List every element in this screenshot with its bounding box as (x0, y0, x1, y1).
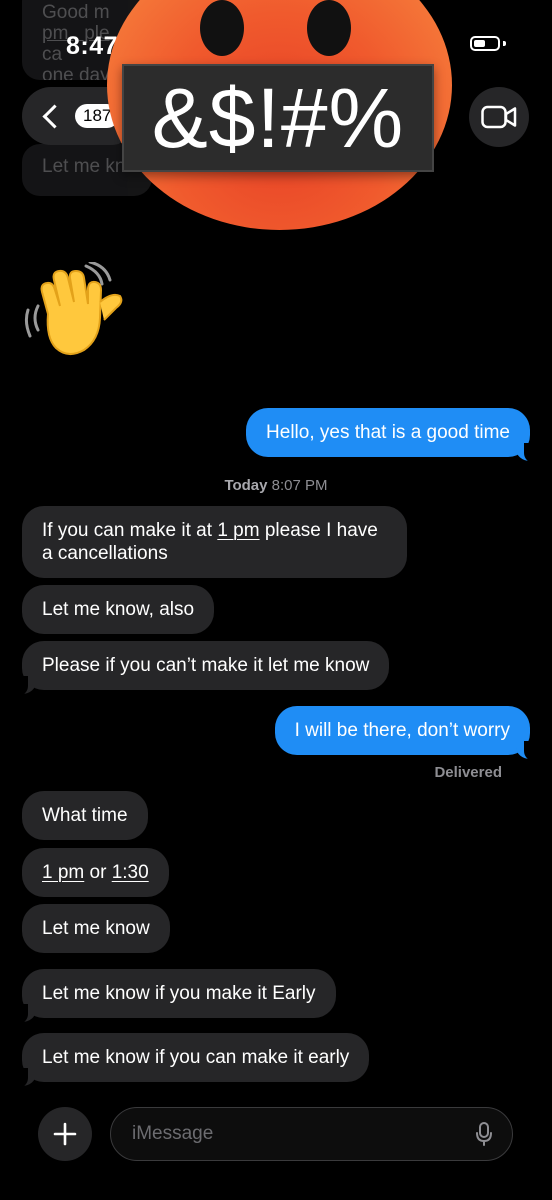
message-text: a cancellations (42, 543, 168, 564)
imessage-input[interactable]: iMessage (110, 1107, 513, 1161)
message-outgoing[interactable]: I will be there, don’t worry (274, 706, 543, 761)
message-incoming[interactable]: Please if you can’t make it let me know (9, 641, 390, 696)
message-text: Let me know if you can make it early (42, 1047, 350, 1068)
message-text: Let me know (42, 918, 150, 939)
imessage-placeholder: iMessage (132, 1123, 214, 1144)
message-text: Let me know, also (42, 599, 195, 620)
message-outgoing[interactable]: Hello, yes that is a good time (246, 408, 542, 463)
message-incoming[interactable]: Let me know (22, 904, 170, 953)
message-incoming[interactable]: Let me know if you can make it early (9, 1033, 370, 1088)
microphone-icon[interactable] (476, 1122, 492, 1146)
message-text: please I have (259, 520, 378, 541)
chevron-left-icon (42, 103, 67, 129)
battery-tip (503, 41, 506, 46)
message-incoming[interactable]: What time (22, 791, 148, 840)
battery-icon (470, 36, 500, 51)
plus-icon (53, 1122, 77, 1146)
message-text: or (84, 862, 112, 883)
time-link[interactable]: 1:30 (112, 862, 149, 883)
message-incoming[interactable]: Let me know if you make it Early (10, 969, 336, 1024)
message-text: Please if you can’t make it let me know (42, 655, 370, 676)
left-eye (200, 0, 244, 56)
message-text: If you can make it at (42, 520, 218, 541)
message-text: I will be there, don’t worry (294, 720, 510, 741)
message-incoming[interactable]: 1 pm or 1:30 (22, 848, 169, 897)
grawlix-censor-bar: &$!#% (122, 64, 434, 172)
message-text: What time (42, 805, 128, 826)
message-text: Hello, yes that is a good time (266, 422, 510, 443)
conversation-timestamp: Today 8:07 PM (224, 477, 328, 494)
message-incoming[interactable]: If you can make it at 1 pm please I have… (22, 506, 407, 578)
waving-hand-icon (24, 262, 123, 355)
apps-plus-button[interactable] (38, 1107, 92, 1161)
time-link[interactable]: 1 pm (42, 862, 84, 883)
right-eye (307, 0, 351, 56)
delivered-status: Delivered (434, 764, 502, 781)
time-link[interactable]: 1 pm (217, 520, 259, 541)
video-camera-icon (481, 105, 517, 129)
facetime-video-button[interactable] (469, 87, 529, 147)
message-incoming[interactable]: Let me know, also (22, 585, 215, 634)
message-text: Let me know if you make it Early (42, 983, 316, 1004)
